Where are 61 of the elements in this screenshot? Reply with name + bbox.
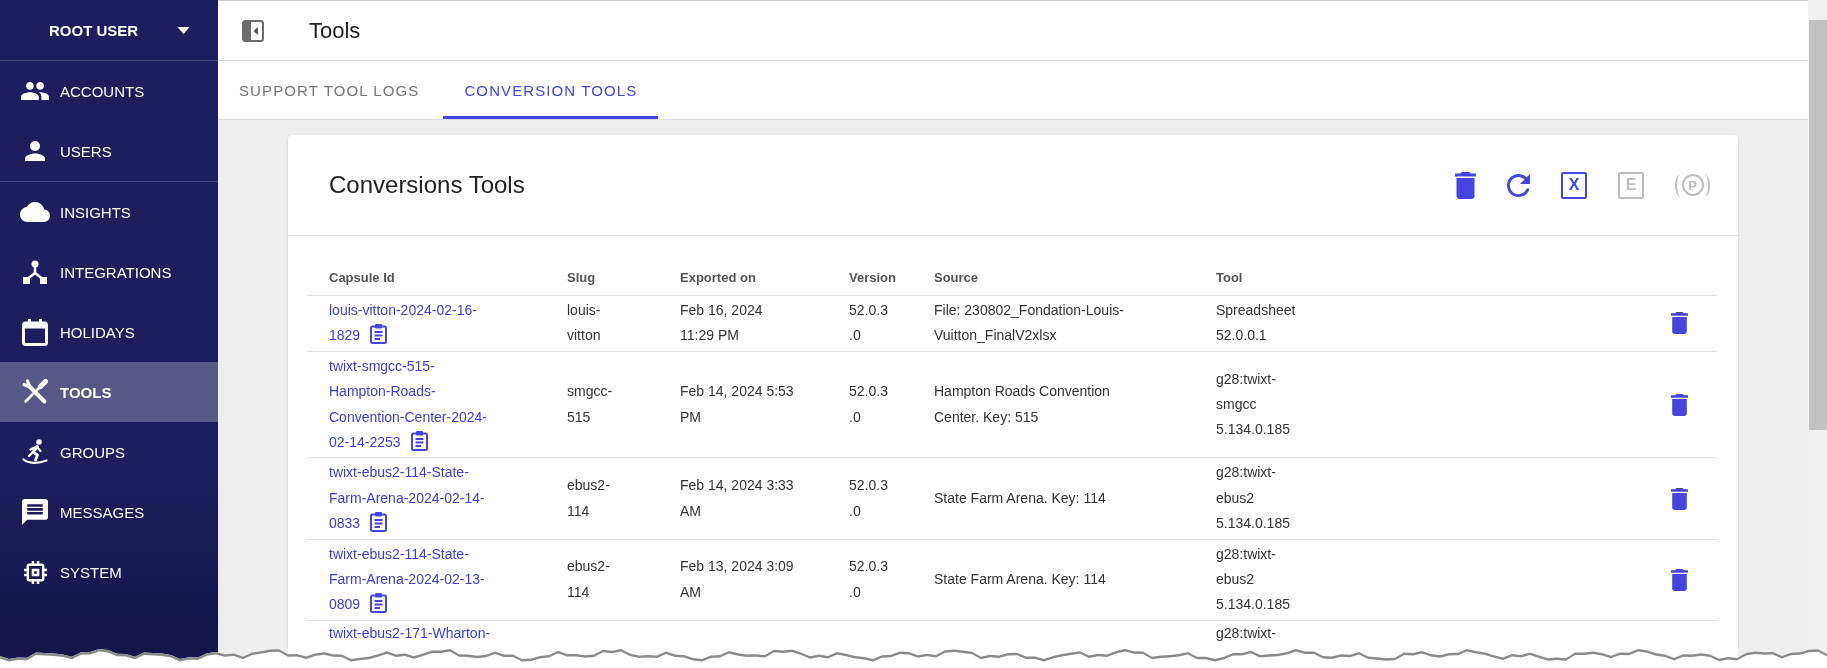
capsule-link[interactable]: twixt-ebus2-171-Wharton-	[329, 620, 491, 647]
trash-icon[interactable]	[1671, 568, 1688, 591]
column-header: Tool	[1216, 270, 1244, 285]
table-cell-text: smgcc-515	[567, 382, 614, 427]
chip-icon	[23, 560, 47, 584]
table-cell-text: ebus2-114	[567, 476, 611, 521]
hub-icon	[23, 260, 47, 284]
clipboard-icon[interactable]	[370, 593, 388, 614]
table-cell-text: Feb 16, 2024 11:29 PM	[680, 301, 764, 346]
people-icon	[21, 82, 49, 100]
boxed-letter-button[interactable]: X	[1561, 171, 1587, 199]
table-cell-text: File: 230802_Fondation-Louis-Vuitton_FinalV2xlsx	[934, 301, 1125, 346]
cloud-icon	[20, 202, 50, 222]
table-cell-text: State Farm Arena. Key: 114	[934, 488, 1106, 508]
table-cell-text: State Farm Arena. Key: 114	[934, 570, 1106, 590]
table-cell-text: 52.0.3.0	[849, 557, 889, 602]
nav-item[interactable]: INTEGRATIONS	[0, 242, 218, 302]
message-icon	[22, 499, 48, 525]
caret-icon	[177, 26, 190, 34]
nav-item[interactable]: TOOLS	[0, 362, 218, 422]
person-icon	[25, 141, 45, 161]
clipboard-icon[interactable]	[370, 324, 388, 345]
nav-item[interactable]: HOLIDAYS	[0, 302, 218, 362]
table-cell-text: Feb 14, 2024 5:53 PM	[680, 382, 795, 427]
nav-item[interactable]: ACCOUNTS	[0, 61, 218, 121]
table-cell-text: Feb 13, 2024 3:09 AM	[680, 557, 795, 602]
tab[interactable]: SUPPORT TOOL LOGS	[218, 61, 441, 119]
snowboarder-icon	[22, 439, 48, 465]
column-header: Source	[934, 270, 980, 285]
nav-item[interactable]: GROUPS	[0, 422, 218, 482]
refresh-icon[interactable]	[1507, 173, 1530, 197]
table-cell-text: ebus2-114	[567, 557, 611, 602]
clipboard-icon[interactable]	[370, 512, 388, 533]
nav-item[interactable]: USERS	[0, 121, 218, 181]
clipboard-icon[interactable]	[410, 431, 428, 452]
table-cell-text: 52.0.3.0	[849, 476, 889, 521]
calendar-icon	[22, 318, 48, 346]
nav-item[interactable]: INSIGHTS	[0, 182, 218, 242]
table-cell-text: Hampton Roads Convention Center. Key: 515	[934, 382, 1111, 427]
scrollbar-thumb[interactable]	[1809, 20, 1827, 430]
trash-icon[interactable]	[1671, 487, 1688, 510]
table-cell-text: Spreadsheet 52.0.0.1	[1216, 301, 1297, 346]
table-cell-text: g28:twixt-smgcc 5.134.0.185	[1216, 369, 1291, 440]
column-header: Capsule Id	[329, 270, 396, 285]
table-cell-text: g28:twixt-	[1216, 623, 1276, 643]
table-cell-text: louis-vitton	[567, 301, 602, 346]
page-title: Tools	[309, 17, 361, 44]
sidebar-toggle-icon[interactable]	[242, 19, 264, 42]
nav-item[interactable]: SYSTEM	[0, 542, 218, 602]
column-header: Version	[849, 270, 897, 285]
tools-icon	[22, 379, 48, 405]
table-cell-text: 52.0.3.0	[849, 301, 889, 346]
table-cell-text: Feb 14, 2024 3:33 AM	[680, 476, 795, 521]
trash-icon[interactable]	[1671, 393, 1688, 416]
card-title: Conversions Tools	[329, 171, 525, 199]
column-header: Exported on	[680, 270, 757, 285]
nav-item[interactable]: MESSAGES	[0, 482, 218, 542]
table-cell-text: 52.0.3.0	[849, 382, 889, 427]
trash-icon[interactable]	[1671, 312, 1688, 335]
trash-icon[interactable]	[1455, 171, 1476, 199]
column-header: Slug	[567, 270, 597, 285]
